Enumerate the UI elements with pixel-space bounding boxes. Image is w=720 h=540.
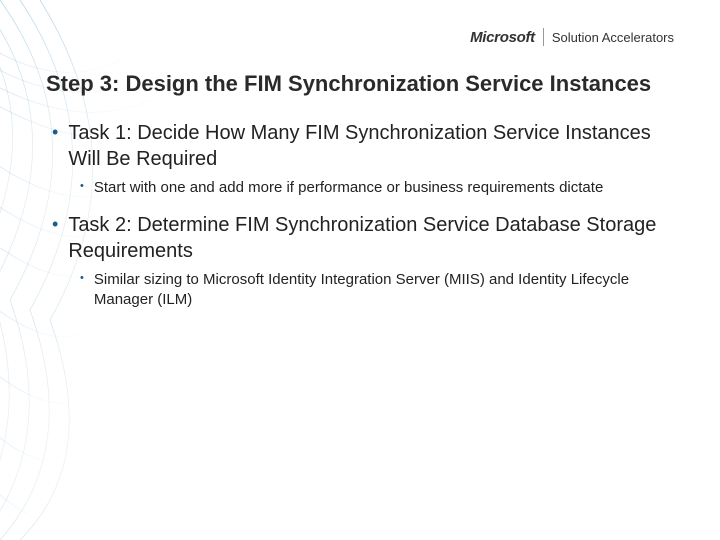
bullet-level2: • Start with one and add more if perform… bbox=[46, 178, 674, 198]
bullet-sub-text: Start with one and add more if performan… bbox=[94, 178, 603, 198]
bullet-dot-icon: • bbox=[80, 178, 84, 198]
bullet-dot-icon: • bbox=[52, 120, 58, 172]
bullet-level1: • Task 1: Decide How Many FIM Synchroniz… bbox=[46, 120, 674, 172]
bullet-text: Task 1: Decide How Many FIM Synchronizat… bbox=[68, 120, 674, 172]
bullet-dot-icon: • bbox=[80, 270, 84, 311]
bullet-dot-icon: • bbox=[52, 212, 58, 264]
logo-area: Microsoft Solution Accelerators bbox=[470, 28, 674, 46]
slide-title: Step 3: Design the FIM Synchronization S… bbox=[46, 70, 674, 98]
slide-content: Step 3: Design the FIM Synchronization S… bbox=[0, 0, 720, 310]
bullet-sub-text: Similar sizing to Microsoft Identity Int… bbox=[94, 270, 674, 311]
microsoft-logo: Microsoft bbox=[470, 29, 535, 46]
bullet-level2: • Similar sizing to Microsoft Identity I… bbox=[46, 270, 674, 311]
bullet-text: Task 2: Determine FIM Synchronization Se… bbox=[68, 212, 674, 264]
solution-accelerators-logo: Solution Accelerators bbox=[552, 30, 674, 45]
logo-divider bbox=[543, 28, 544, 46]
bullet-level1: • Task 2: Determine FIM Synchronization … bbox=[46, 212, 674, 264]
